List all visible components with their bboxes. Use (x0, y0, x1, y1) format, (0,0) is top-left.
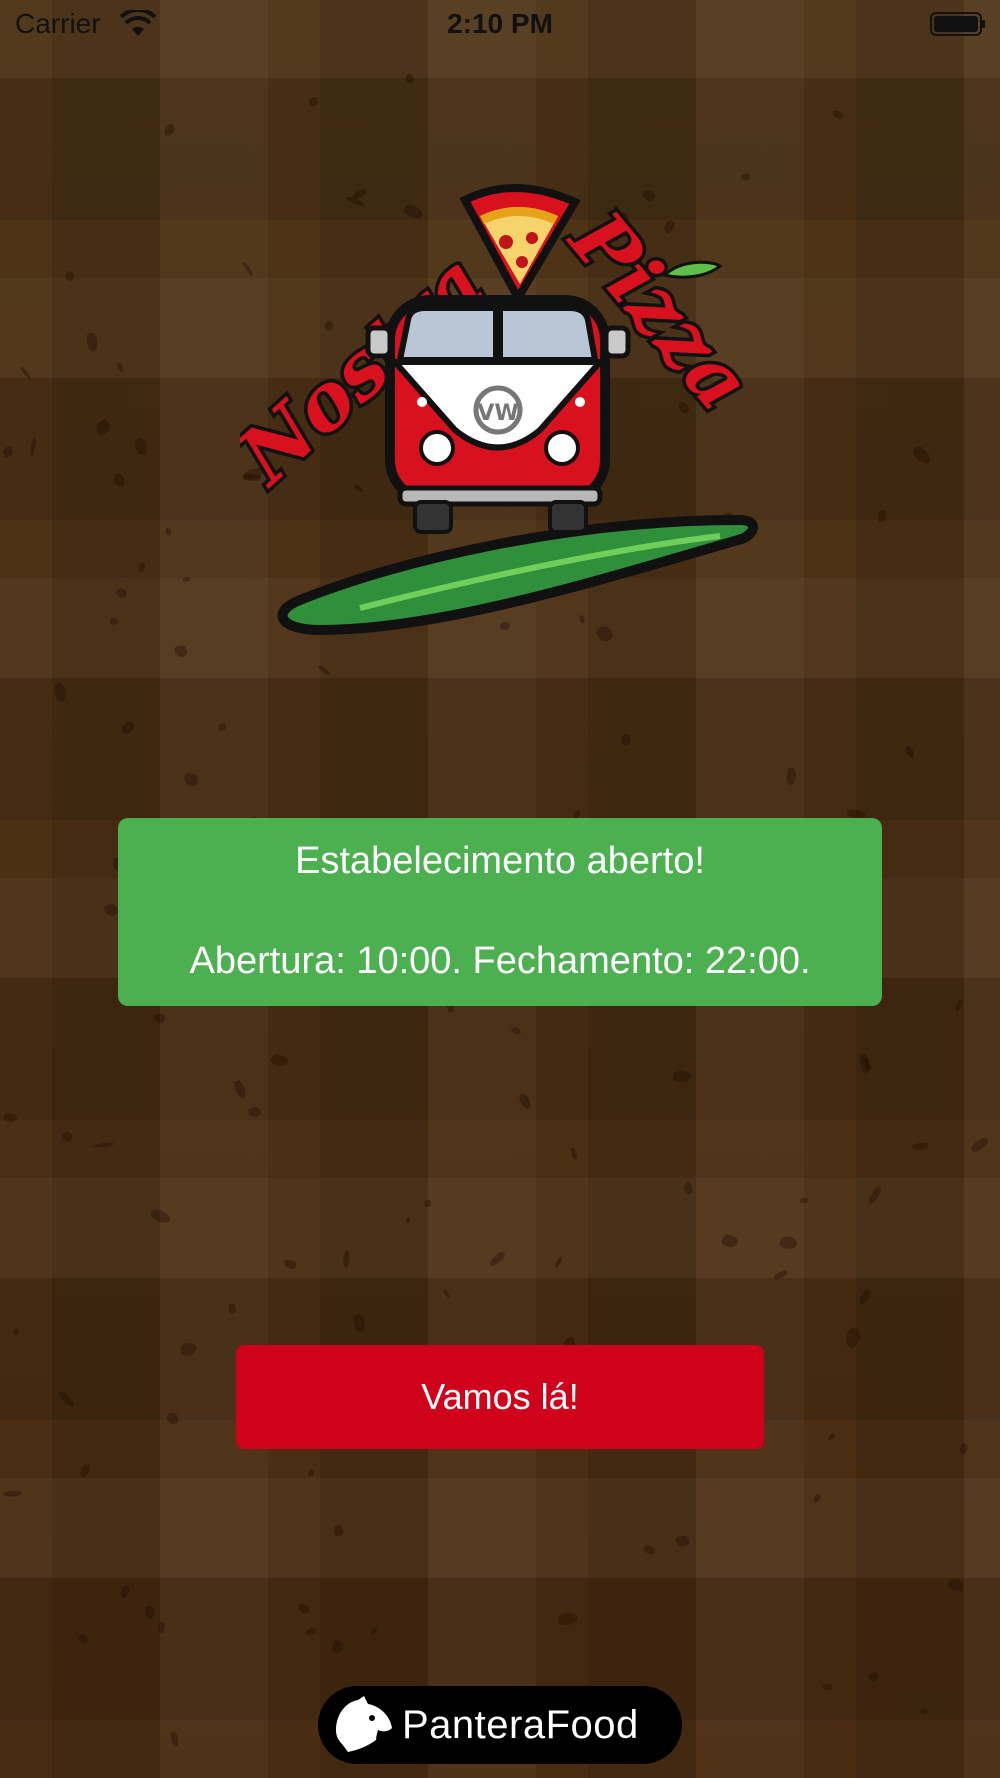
lets-go-button[interactable]: Vamos lá! (236, 1345, 764, 1449)
texture-speck (182, 576, 190, 582)
battery-icon (930, 12, 985, 36)
texture-speck (2, 1490, 22, 1497)
nostra-pizza-logo: Nostra Pizza VW (240, 184, 760, 636)
texture-speck (153, 1013, 166, 1023)
status-bar: Carrier 2:10 PM (0, 0, 1000, 50)
store-status-card: Estabelecimento aberto! Abertura: 10:00.… (118, 818, 882, 1006)
store-hours-text: Abertura: 10:00. Fechamento: 22:00. (189, 940, 811, 982)
brand-name: PanteraFood (402, 1702, 639, 1747)
panther-icon (336, 1696, 392, 1752)
svg-text:VW: VW (477, 401, 518, 426)
texture-speck (307, 96, 318, 107)
clock: 2:10 PM (447, 8, 553, 39)
texture-speck (165, 526, 172, 536)
store-open-headline: Estabelecimento aberto! (295, 840, 705, 882)
texture-speck (228, 1303, 236, 1314)
panterafood-badge: PanteraFood (318, 1686, 682, 1764)
